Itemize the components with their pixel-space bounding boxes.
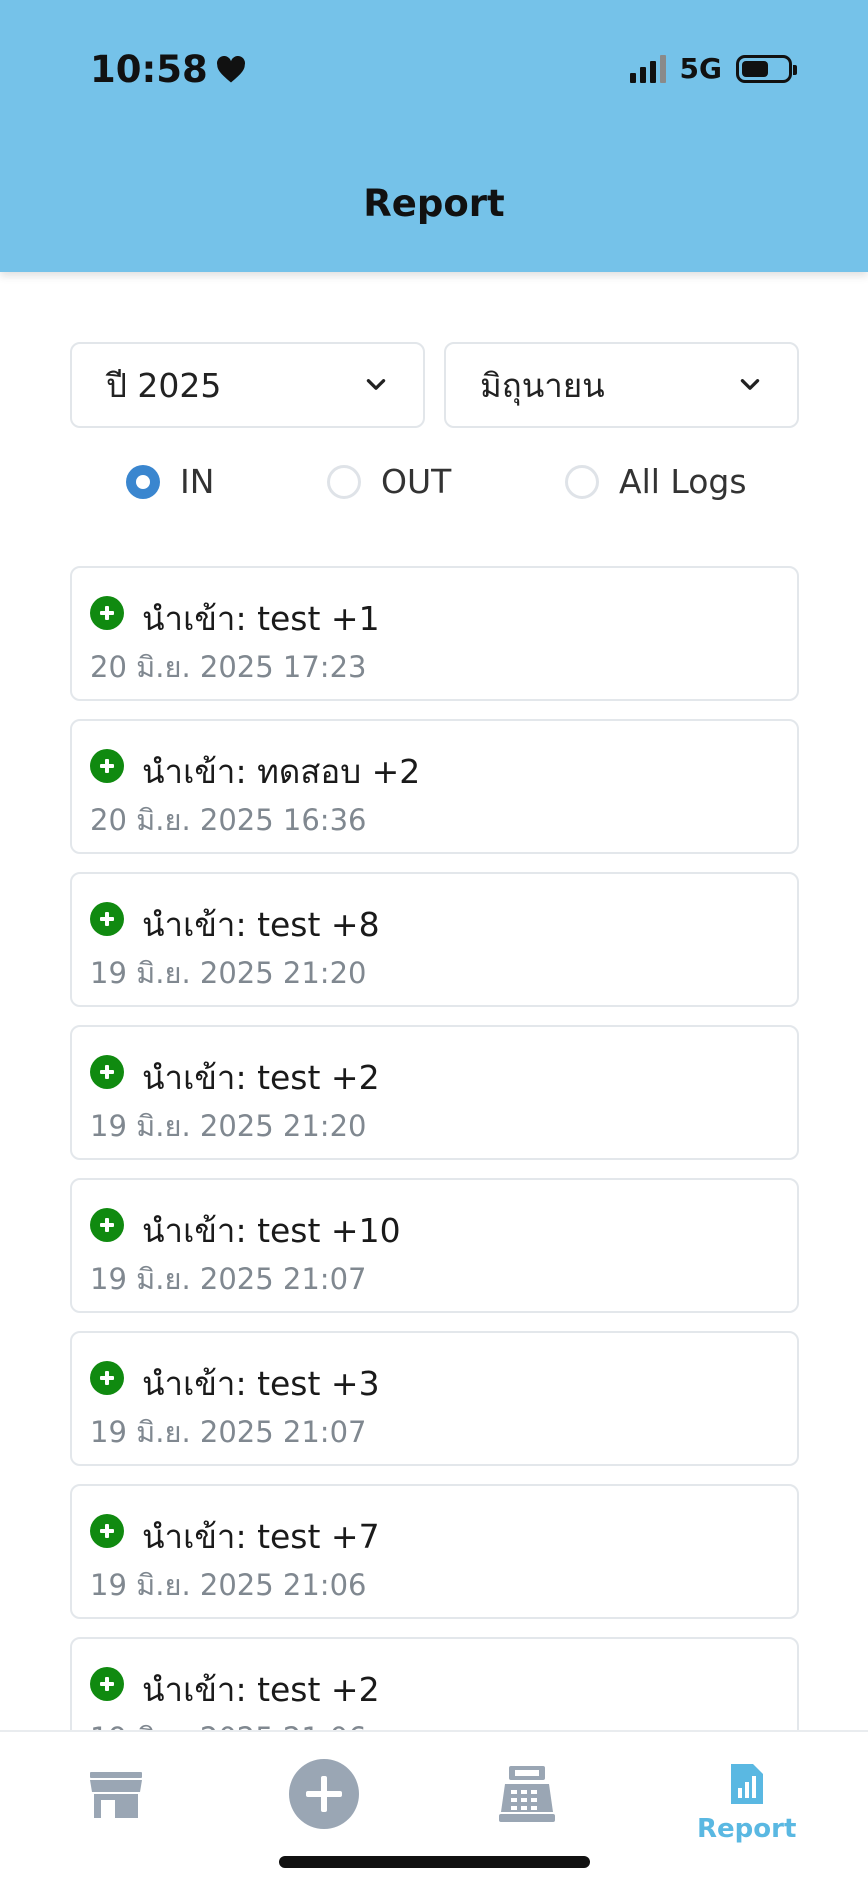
log-type-radio-group: IN OUT All Logs [0, 462, 868, 522]
log-item[interactable]: นำเข้า: test +1 20 มิ.ย. 2025 17:23 [70, 566, 799, 701]
log-item-title: นำเข้า: test +1 [142, 599, 380, 638]
log-item-time: 20 มิ.ย. 2025 16:36 [90, 803, 367, 837]
log-item-title: นำเข้า: ทดสอบ +2 [142, 752, 421, 791]
plus-circle-icon [90, 1361, 124, 1395]
log-item-title: นำเข้า: test +7 [142, 1517, 380, 1556]
radio-in-label: IN [180, 462, 215, 501]
log-item-time: 19 มิ.ย. 2025 21:20 [90, 956, 367, 990]
tab-report-label: Report [697, 1814, 797, 1844]
log-item[interactable]: นำเข้า: test +2 19 มิ.ย. 2025 21:20 [70, 1025, 799, 1160]
radio-all-logs[interactable]: All Logs [565, 462, 747, 501]
month-select-value: มิถุนายน [480, 365, 605, 405]
page-title: Report [363, 182, 505, 225]
plus-circle-icon [90, 1208, 124, 1242]
network-label: 5G [679, 52, 722, 85]
plus-circle-icon [90, 749, 124, 783]
log-item-time: 19 มิ.ย. 2025 21:07 [90, 1262, 367, 1296]
log-item-time: 19 มิ.ย. 2025 21:20 [90, 1109, 367, 1143]
year-select[interactable]: ปี 2025 [70, 342, 425, 428]
log-item[interactable]: นำเข้า: ทดสอบ +2 20 มิ.ย. 2025 16:36 [70, 719, 799, 854]
radio-in[interactable]: IN [126, 462, 214, 501]
log-item-time: 20 มิ.ย. 2025 17:23 [90, 650, 367, 684]
status-time-text: 10:58 [90, 48, 208, 91]
log-item-title: นำเข้า: test +2 [142, 1058, 380, 1097]
log-item[interactable]: นำเข้า: test +10 19 มิ.ย. 2025 21:07 [70, 1178, 799, 1313]
plus-circle-icon [90, 596, 124, 630]
radio-out-indicator[interactable] [327, 464, 361, 499]
log-item-title: นำเข้า: test +8 [142, 905, 380, 944]
log-item[interactable]: นำเข้า: test +7 19 มิ.ย. 2025 21:06 [70, 1484, 799, 1619]
signal-icon [629, 54, 666, 83]
tab-report[interactable]: Report [697, 1762, 796, 1844]
log-item[interactable]: นำเข้า: test +3 19 มิ.ย. 2025 21:07 [70, 1331, 799, 1466]
report-icon [730, 1764, 763, 1804]
radio-out-label: OUT [381, 462, 452, 501]
plus-circle-icon [90, 1514, 124, 1548]
year-select-value: ปี 2025 [106, 365, 222, 405]
radio-in-indicator[interactable] [126, 464, 160, 499]
radio-all-logs-label: All Logs [619, 462, 747, 501]
log-item[interactable]: นำเข้า: test +8 19 มิ.ย. 2025 21:20 [70, 872, 799, 1007]
month-select[interactable]: มิถุนายน [444, 342, 799, 428]
store-icon [90, 1772, 142, 1818]
battery-icon [736, 54, 797, 83]
log-item-time: 19 มิ.ย. 2025 21:07 [90, 1415, 367, 1449]
add-circle-icon [289, 1759, 359, 1829]
tab-cashier[interactable] [497, 1764, 557, 1824]
radio-out[interactable]: OUT [327, 462, 451, 501]
log-item-time: 19 มิ.ย. 2025 21:06 [90, 1568, 367, 1602]
plus-circle-icon [90, 1055, 124, 1089]
radio-all-logs-indicator[interactable] [565, 464, 599, 499]
status-indicators: 5G [629, 52, 797, 85]
chevron-down-icon [366, 379, 386, 390]
log-item-title: นำเข้า: test +2 [142, 1670, 380, 1709]
plus-circle-icon [90, 1667, 124, 1701]
home-indicator [279, 1856, 590, 1868]
cash-register-icon [499, 1766, 555, 1822]
log-item-title: นำเข้า: test +10 [142, 1211, 401, 1250]
tab-store[interactable] [88, 1770, 144, 1820]
plus-circle-icon [90, 902, 124, 936]
log-item-title: นำเข้า: test +3 [142, 1364, 380, 1403]
status-time: 10:58 [90, 48, 246, 91]
app-header: 10:58 5G Report [0, 0, 868, 272]
chevron-down-icon [740, 379, 760, 390]
heart-icon [216, 55, 245, 82]
tab-add[interactable] [288, 1758, 360, 1830]
